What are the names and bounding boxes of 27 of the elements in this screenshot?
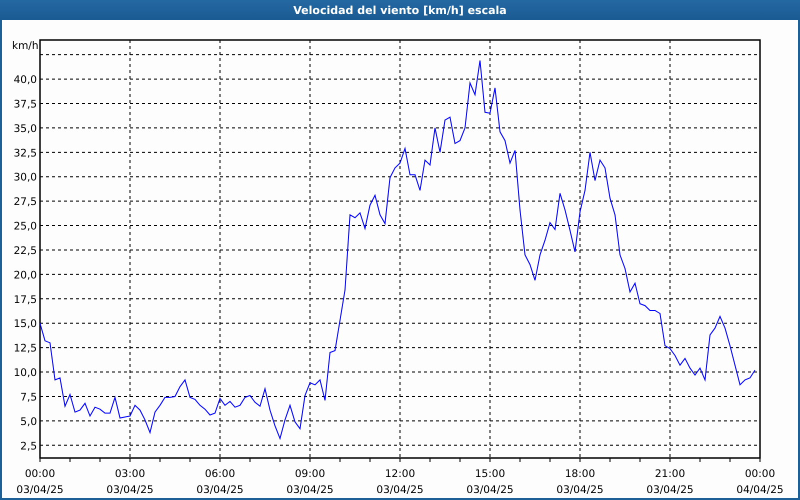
y-tick-label: 27,5 bbox=[14, 196, 37, 208]
y-axis-label: km/h bbox=[12, 40, 39, 52]
x-tick-label: 00:00 03/04/25 bbox=[16, 468, 64, 496]
x-tick-label: 12:00 03/04/25 bbox=[376, 468, 424, 496]
y-tick-label: 10,0 bbox=[14, 367, 37, 380]
y-tick-label: 12,5 bbox=[14, 342, 37, 355]
x-tick-label: 09:00 03/04/25 bbox=[286, 468, 334, 496]
y-tick-label: 32,5 bbox=[14, 147, 37, 160]
y-tick-label: 37,5 bbox=[14, 98, 37, 110]
x-tick-label: 15:00 03/04/25 bbox=[466, 468, 514, 496]
chart-title: Velocidad del viento [km/h] escala bbox=[293, 4, 507, 16]
y-tick-label: 2,5 bbox=[20, 440, 37, 452]
y-tick-label: 25,0 bbox=[14, 220, 37, 233]
y-tick-label: 40,0 bbox=[14, 74, 37, 86]
y-tick-label: 5,0 bbox=[20, 416, 37, 428]
x-tick-label: 06:00 03/04/25 bbox=[196, 468, 244, 496]
y-tick-label: 17,5 bbox=[14, 294, 37, 306]
x-tick-label: 00:00 04/04/25 bbox=[736, 468, 784, 496]
y-tick-label: 35,0 bbox=[14, 122, 37, 135]
y-tick-label: 20,0 bbox=[14, 269, 37, 282]
y-tick-label: 15,0 bbox=[14, 318, 37, 330]
x-tick-label: 21:00 03/04/25 bbox=[646, 468, 694, 496]
x-tick-label: 18:00 03/04/25 bbox=[556, 468, 604, 496]
y-tick-label: 30,0 bbox=[14, 172, 37, 184]
y-tick-label: 7,5 bbox=[20, 391, 37, 404]
y-tick-label: 22,5 bbox=[14, 244, 37, 257]
x-tick-label: 03:00 03/04/25 bbox=[106, 468, 154, 496]
